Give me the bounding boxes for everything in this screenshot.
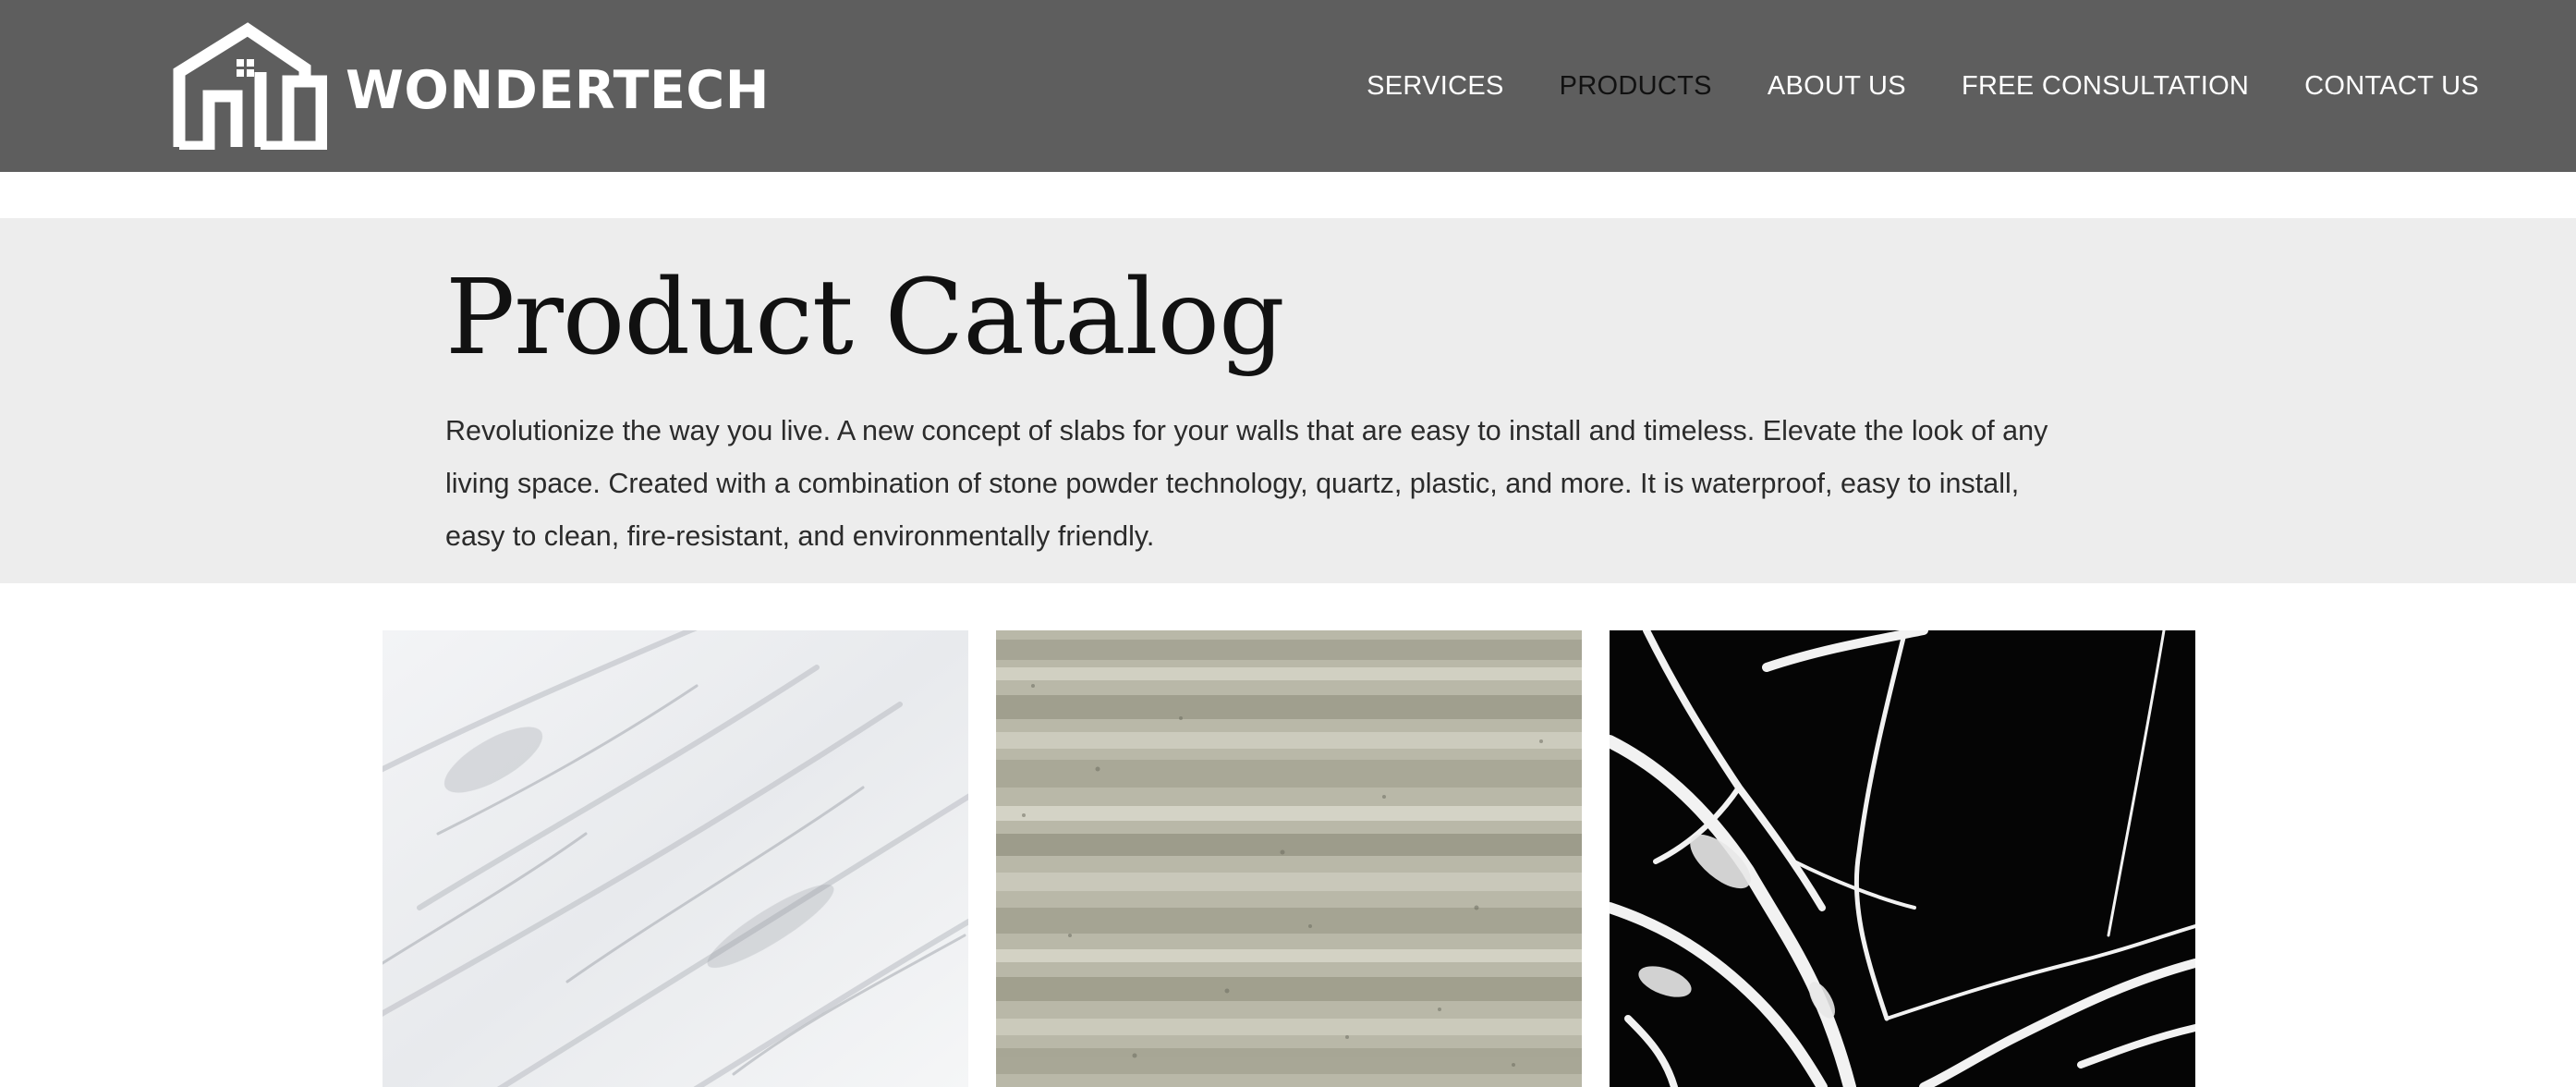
house-icon — [172, 22, 327, 150]
page-description: Revolutionize the way you live. A new co… — [445, 415, 2048, 552]
black-marble-image — [1610, 630, 2195, 1087]
nav-item-contact-us[interactable]: CONTACT US — [2304, 71, 2479, 102]
nav-item-free-consultation[interactable]: FREE CONSULTATION — [1962, 71, 2249, 102]
site-header: WONDERTECH SERVICES PRODUCTS ABOUT US FR… — [0, 0, 2576, 172]
nav-item-about-us[interactable]: ABOUT US — [1768, 71, 1906, 102]
logo[interactable]: WONDERTECH — [172, 22, 770, 150]
product-tile-beige-travertine[interactable] — [996, 630, 1582, 1087]
nav-item-products[interactable]: PRODUCTS — [1560, 71, 1712, 102]
brand-name: WONDERTECH — [346, 59, 770, 121]
page-title: Product Catalog — [445, 258, 1285, 378]
product-tile-black-marble[interactable] — [1610, 630, 2195, 1087]
white-marble-image — [383, 630, 968, 1087]
product-tile-white-marble[interactable] — [383, 630, 968, 1087]
main-nav: SERVICES PRODUCTS ABOUT US FREE CONSULTA… — [1311, 63, 2479, 109]
nav-item-services[interactable]: SERVICES — [1367, 71, 1504, 102]
beige-travertine-image — [996, 630, 1582, 1087]
